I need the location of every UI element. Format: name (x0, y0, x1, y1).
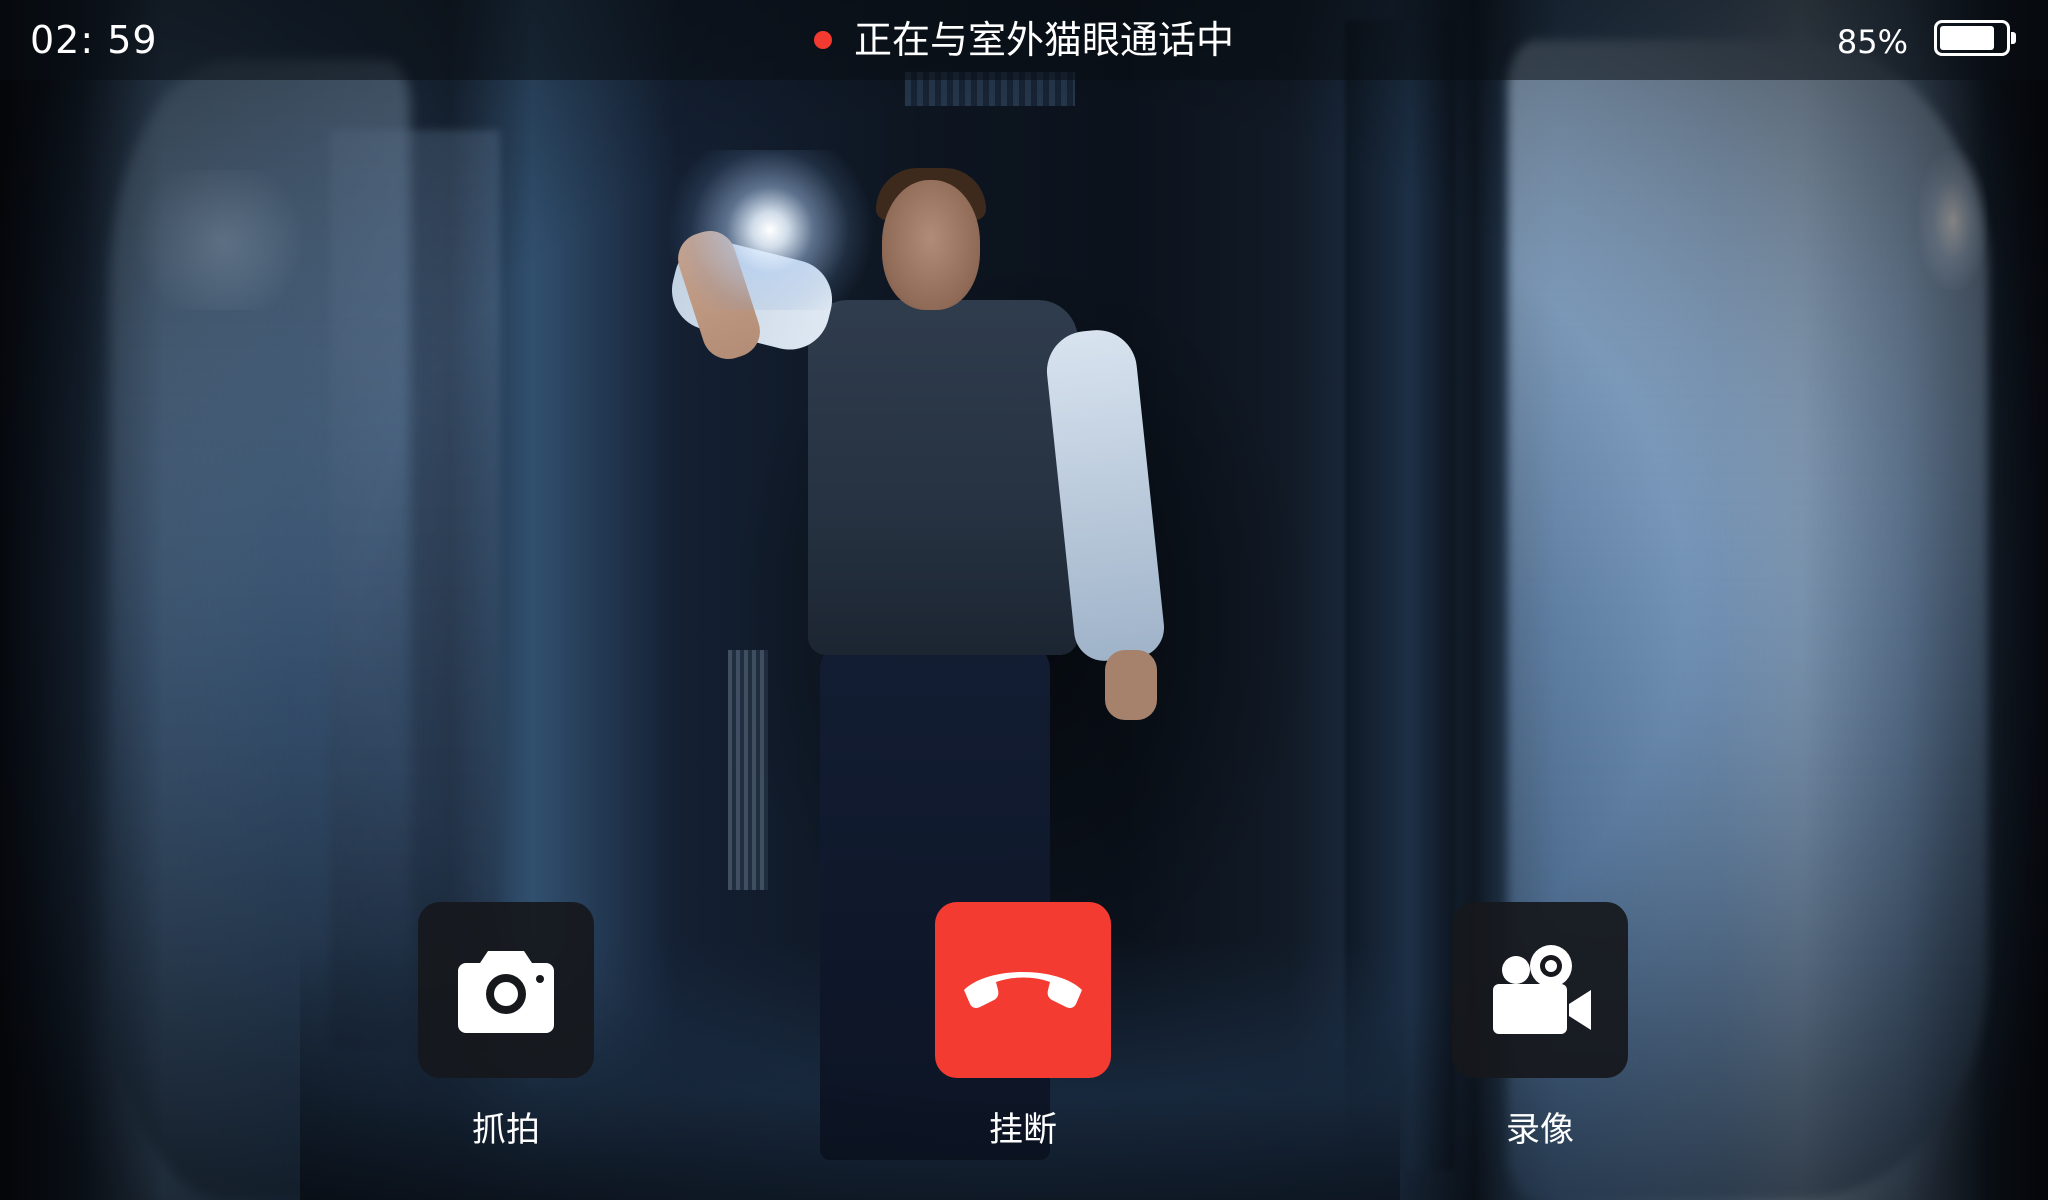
battery-level-fill (1940, 26, 1995, 50)
peephole-call-screen: 02: 59 正在与室外猫眼通话中 85% 抓拍 挂断 录像 (0, 0, 2048, 1200)
hangup-label: 挂断 (989, 1110, 1057, 1150)
call-controls: 抓拍 挂断 录像 (0, 902, 2048, 1162)
snapshot-button[interactable] (418, 902, 594, 1078)
battery-icon (1934, 20, 2016, 56)
record-control: 录像 (1452, 902, 1628, 1152)
status-bar: 02: 59 正在与室外猫眼通话中 85% (0, 0, 2048, 80)
snapshot-control: 抓拍 (418, 902, 594, 1152)
call-status-text: 正在与室外猫眼通话中 (853, 18, 1234, 62)
call-status: 正在与室外猫眼通话中 (0, 17, 2048, 63)
camera-icon (458, 951, 554, 1033)
snapshot-label: 抓拍 (472, 1110, 540, 1150)
hangup-control: 挂断 (935, 902, 1111, 1152)
recording-dot-icon (813, 30, 832, 49)
video-camera-icon (1493, 945, 1591, 1034)
record-button[interactable] (1452, 902, 1628, 1078)
phone-hangup-icon (964, 972, 1082, 1008)
battery-percent: 85% (1836, 23, 1908, 61)
hangup-button[interactable] (935, 902, 1111, 1078)
record-label: 录像 (1506, 1110, 1574, 1150)
